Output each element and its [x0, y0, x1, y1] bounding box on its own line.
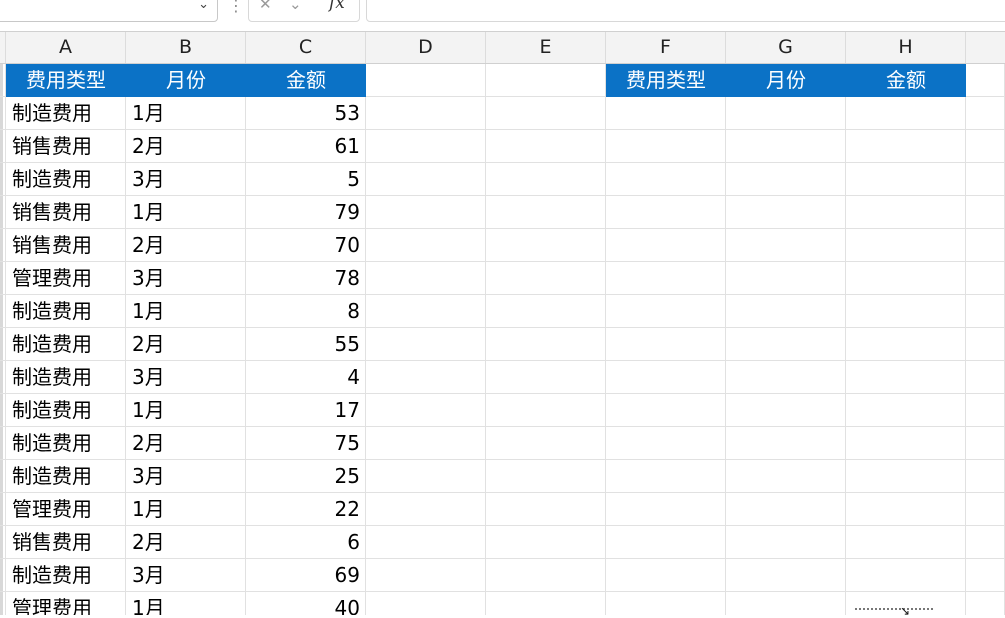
- cell-month[interactable]: 2月: [126, 328, 246, 361]
- grid-line-vertical: [845, 64, 846, 615]
- cell-month[interactable]: 1月: [126, 295, 246, 328]
- column-header-a[interactable]: A: [6, 32, 126, 63]
- output-header-expense-type[interactable]: 费用类型: [606, 64, 726, 97]
- cell-expense-type[interactable]: 管理费用: [6, 262, 126, 295]
- cell-amount[interactable]: 78: [246, 262, 366, 295]
- cell-amount[interactable]: 8: [246, 295, 366, 328]
- cell-expense-type[interactable]: 制造费用: [6, 328, 126, 361]
- cell-expense-type[interactable]: 销售费用: [6, 196, 126, 229]
- cell-month[interactable]: 1月: [126, 394, 246, 427]
- cell-month[interactable]: 2月: [126, 427, 246, 460]
- chevron-down-icon[interactable]: ⌄: [198, 0, 209, 12]
- cell-expense-type[interactable]: 制造费用: [6, 559, 126, 592]
- cell-amount[interactable]: 4: [246, 361, 366, 394]
- cell-month[interactable]: 1月: [126, 97, 246, 130]
- grid-line-vertical: [725, 64, 726, 615]
- grid-line-vertical: [965, 64, 966, 615]
- cell-month[interactable]: 3月: [126, 262, 246, 295]
- cell-month[interactable]: 3月: [126, 361, 246, 394]
- cell-expense-type[interactable]: 销售费用: [6, 229, 126, 262]
- cell-amount[interactable]: 55: [246, 328, 366, 361]
- table-header-amount[interactable]: 金额: [246, 64, 366, 97]
- dotted-marker: [855, 608, 933, 610]
- formula-controls: ✕ ⌄ fx: [248, 0, 360, 22]
- column-header-e[interactable]: E: [486, 32, 606, 63]
- sheet-grid[interactable]: 制造费用 1月 53 销售费用 2月 61 制造费用 3月 5 销售费用 1月 79 销售费用 2月 70 管…: [0, 64, 1005, 615]
- output-header-month[interactable]: 月份: [726, 64, 846, 97]
- cell-expense-type[interactable]: 销售费用: [6, 130, 126, 163]
- cell-expense-type[interactable]: 制造费用: [6, 163, 126, 196]
- cell-expense-type[interactable]: 制造费用: [6, 427, 126, 460]
- grid-line-vertical: [485, 64, 486, 615]
- column-header-bar: A B C D E F G H: [0, 31, 1005, 64]
- cell-expense-type[interactable]: 制造费用: [6, 460, 126, 493]
- cell-expense-type[interactable]: 管理费用: [6, 493, 126, 526]
- cell-amount[interactable]: 79: [246, 196, 366, 229]
- check-icon[interactable]: ⌄: [289, 0, 302, 13]
- cell-amount[interactable]: 61: [246, 130, 366, 163]
- cell-amount[interactable]: 6: [246, 526, 366, 559]
- table-header-expense-type[interactable]: 费用类型: [6, 64, 126, 97]
- column-header-c[interactable]: C: [246, 32, 366, 63]
- formula-input[interactable]: [366, 0, 1005, 22]
- cell-month[interactable]: 3月: [126, 460, 246, 493]
- grid-line-vertical: [605, 64, 606, 615]
- column-header-f[interactable]: F: [606, 32, 726, 63]
- cell-amount[interactable]: 40: [246, 592, 366, 615]
- table-header-month[interactable]: 月份: [126, 64, 246, 97]
- insert-function-button[interactable]: fx: [329, 0, 345, 13]
- cell-month[interactable]: 1月: [126, 592, 246, 615]
- cell-expense-type[interactable]: 制造费用: [6, 361, 126, 394]
- cell-amount[interactable]: 5: [246, 163, 366, 196]
- mouse-cursor-icon: ↘: [900, 604, 911, 618]
- cell-month[interactable]: 3月: [126, 559, 246, 592]
- column-header-i[interactable]: [966, 32, 1005, 63]
- cell-amount[interactable]: 53: [246, 97, 366, 130]
- cell-amount[interactable]: 25: [246, 460, 366, 493]
- cell-month[interactable]: 1月: [126, 196, 246, 229]
- cell-expense-type[interactable]: 制造费用: [6, 295, 126, 328]
- cell-expense-type[interactable]: 制造费用: [6, 97, 126, 130]
- cell-amount[interactable]: 22: [246, 493, 366, 526]
- column-header-b[interactable]: B: [126, 32, 246, 63]
- formula-bar: ⌄ ⋮ ✕ ⌄ fx: [0, 0, 1005, 22]
- cell-amount[interactable]: 70: [246, 229, 366, 262]
- cell-month[interactable]: 3月: [126, 163, 246, 196]
- output-header-amount[interactable]: 金额: [846, 64, 966, 97]
- close-icon[interactable]: ✕: [259, 0, 272, 13]
- column-header-d[interactable]: D: [366, 32, 486, 63]
- cell-amount[interactable]: 75: [246, 427, 366, 460]
- cell-expense-type[interactable]: 销售费用: [6, 526, 126, 559]
- name-box[interactable]: ⌄: [0, 0, 218, 22]
- cell-amount[interactable]: 69: [246, 559, 366, 592]
- column-header-h[interactable]: H: [846, 32, 966, 63]
- cell-month[interactable]: 2月: [126, 130, 246, 163]
- cell-month[interactable]: 1月: [126, 493, 246, 526]
- more-options-icon[interactable]: ⋮: [228, 0, 244, 15]
- cell-amount[interactable]: 17: [246, 394, 366, 427]
- cell-expense-type[interactable]: 制造费用: [6, 394, 126, 427]
- cell-month[interactable]: 2月: [126, 526, 246, 559]
- cell-expense-type[interactable]: 管理费用: [6, 592, 126, 615]
- column-header-g[interactable]: G: [726, 32, 846, 63]
- cell-month[interactable]: 2月: [126, 229, 246, 262]
